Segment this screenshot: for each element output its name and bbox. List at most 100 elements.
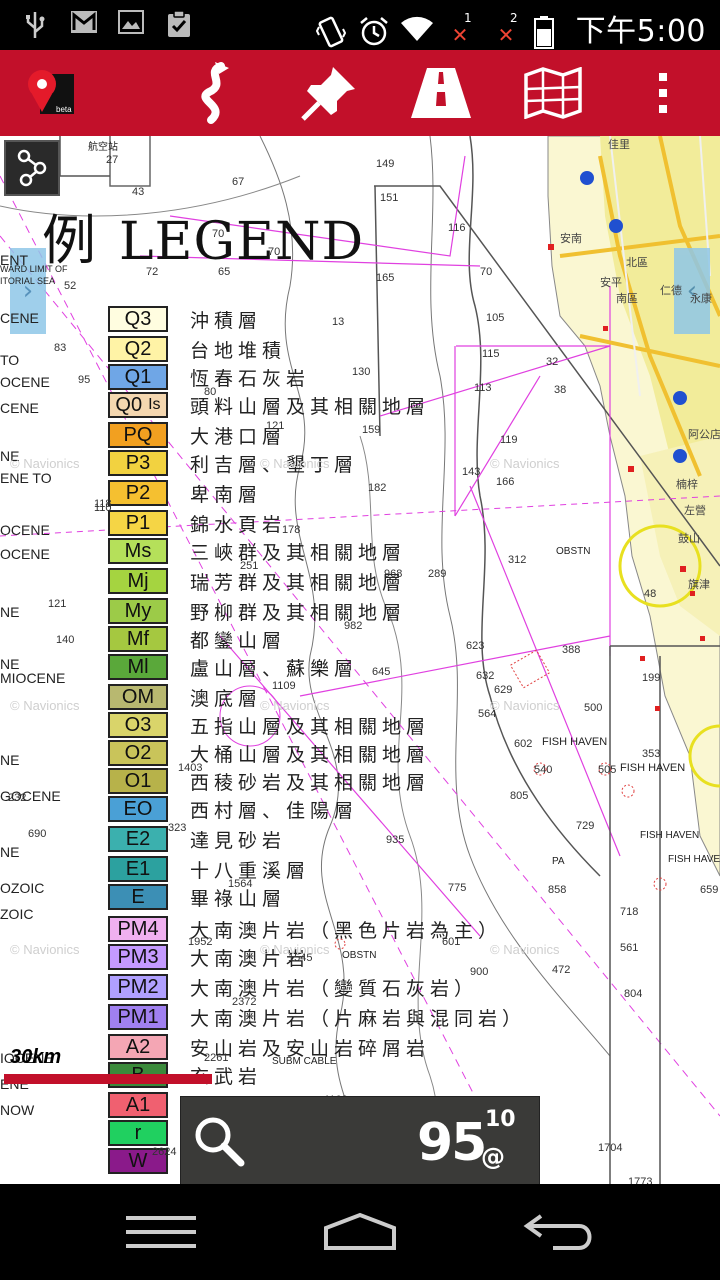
town-label: 旗津 <box>688 579 710 591</box>
pin-button[interactable] <box>294 58 364 128</box>
route-tool-button[interactable] <box>4 140 60 196</box>
legend-label: 瑞芳群及其相關地層 <box>190 571 407 594</box>
legend-item: P1 錦水頁岩 <box>108 510 286 536</box>
depth-sounding: 690 <box>28 828 47 840</box>
depth-sounding: 70 <box>480 266 493 278</box>
subm-cable-label: SUBM CABLE <box>272 1056 337 1067</box>
legend-code: PM3 <box>117 945 159 968</box>
legend-code: O2 <box>124 741 152 764</box>
depth-sounding: 1952 <box>188 936 213 948</box>
depth-sounding: 95 <box>78 374 91 386</box>
legend-swatch: O3 <box>108 712 168 738</box>
overflow-menu-button[interactable] <box>628 58 698 128</box>
legend-item: PM1 大南澳片岩（片麻岩與混同岩） <box>108 1004 526 1030</box>
town-label: 北區 <box>626 257 648 269</box>
legend-code: W <box>128 1149 148 1172</box>
legend-item: E1 十八重溪層 <box>108 856 310 882</box>
depth-sounding: 935 <box>386 834 405 846</box>
depth-sounding: 602 <box>514 738 533 750</box>
legend-code: O1 <box>124 769 152 792</box>
toolbar <box>0 50 720 136</box>
depth-sounding: 83 <box>54 342 67 354</box>
legend-swatch: PM3 <box>108 944 168 970</box>
depth-sounding: 52 <box>64 280 77 292</box>
legend-swatch: PQ <box>108 422 168 448</box>
clipboard-icon <box>166 10 192 37</box>
legend-label: 盧山層、蘇樂層 <box>190 657 359 680</box>
legend-label: 野柳群及其相關地層 <box>190 601 407 624</box>
legend-item: Q3 沖積層 <box>108 306 262 332</box>
depth-sounding: 67 <box>232 176 245 188</box>
speed-value: 95 <box>417 1113 487 1173</box>
legend-label: 西村層、佳陽層 <box>190 799 359 822</box>
depth-sounding: 110 <box>94 502 112 514</box>
depth-sounding: 72 <box>146 266 159 278</box>
fish-haven-label: FISH HAVEN <box>668 854 720 865</box>
legend-swatch: OM <box>108 684 168 710</box>
route-button[interactable] <box>180 58 250 128</box>
obstn-label: OBSTN <box>556 546 591 557</box>
legend-code: P2 <box>125 481 151 504</box>
fish-haven-label: FISH HAVEN <box>640 830 700 841</box>
search-button[interactable] <box>191 1113 247 1169</box>
depth-sounding: 13 <box>332 316 345 328</box>
home-button[interactable] <box>315 1204 405 1260</box>
depth-sounding: 80 <box>204 386 217 398</box>
legend-item: O3 五指山層及其相關地層 <box>108 712 430 738</box>
legend-code: OM <box>121 685 155 708</box>
town-label: 南區 <box>616 293 638 305</box>
app-logo[interactable]: beta <box>26 68 78 118</box>
menu-button[interactable] <box>116 1204 206 1260</box>
depth-sounding: 65 <box>218 266 231 278</box>
legend-swatch: A2 <box>108 1034 168 1060</box>
legend-code: Q2 <box>124 337 152 360</box>
map-view[interactable]: › ‹ 例 LEGEND Q3 沖積層 Q2 台地堆積 Q1 恆春石灰岩 Q0 Is 頭料山層及其… <box>0 136 720 1184</box>
search-panel[interactable]: 95 10 @ <box>180 1096 540 1184</box>
road-button[interactable] <box>406 58 476 128</box>
depth-sounding: 968 <box>384 568 403 580</box>
depth-sounding: 623 <box>466 640 485 652</box>
left-edge-label: OCENE <box>0 546 50 562</box>
depth-sounding: 2372 <box>232 996 257 1008</box>
legend-code: Q1 <box>124 365 152 388</box>
sim2-signal-icon: 2 ✕ <box>488 11 518 45</box>
depth-sounding: 143 <box>462 466 481 478</box>
map-button[interactable] <box>518 58 588 128</box>
depth-sounding: 982 <box>344 620 363 632</box>
legend-code: PM1 <box>117 1005 159 1028</box>
legend-swatch: PM1 <box>108 1004 168 1030</box>
depth-sounding: 70 <box>268 246 281 258</box>
legend-item: Q0 Is 頭料山層及其相關地層 <box>108 392 430 418</box>
legend-item: PM2 大南澳片岩（變質石灰岩） <box>108 974 478 1000</box>
left-edge-label: TO <box>0 352 20 368</box>
obstn-label: OBSTN <box>342 950 377 961</box>
home-icon <box>324 1212 396 1250</box>
back-button[interactable] <box>514 1204 604 1260</box>
legend-item: O1 西稜砂岩及其相關地層 <box>108 768 430 794</box>
seaward-limit-label: ITORIAL SEA <box>0 276 56 286</box>
legend-item: Mf 都鑾山層 <box>108 626 286 652</box>
back-icon <box>523 1214 592 1250</box>
legend-swatch: Q3 <box>108 306 168 332</box>
legend-swatch: Q2 <box>108 336 168 362</box>
depth-sounding: 900 <box>470 966 489 978</box>
share-nodes-icon <box>17 149 47 187</box>
legend-swatch: My <box>108 598 168 624</box>
depth-sounding: 472 <box>552 964 571 976</box>
legend-item: P2 卑南層 <box>108 480 262 506</box>
depth-sounding: 113 <box>474 382 492 394</box>
depth-sounding: 1704 <box>598 1142 623 1154</box>
navionics-watermark: © Navionics <box>490 698 560 713</box>
depth-sounding: 601 <box>442 936 461 948</box>
legend-code: O3 <box>124 713 152 736</box>
wifi-icon <box>400 15 433 41</box>
depth-sounding: 540 <box>534 764 553 776</box>
depth-sounding: 115 <box>482 348 500 360</box>
legend-label: 西稜砂岩及其相關地層 <box>190 771 431 794</box>
legend-code: P1 <box>125 511 151 534</box>
depth-sounding: 105 <box>486 312 505 324</box>
menu-icon <box>126 1216 196 1248</box>
logo-badge: beta <box>56 105 72 114</box>
depth-sounding: 182 <box>368 482 387 494</box>
fish-haven-label: FISH HAVEN <box>620 762 686 774</box>
